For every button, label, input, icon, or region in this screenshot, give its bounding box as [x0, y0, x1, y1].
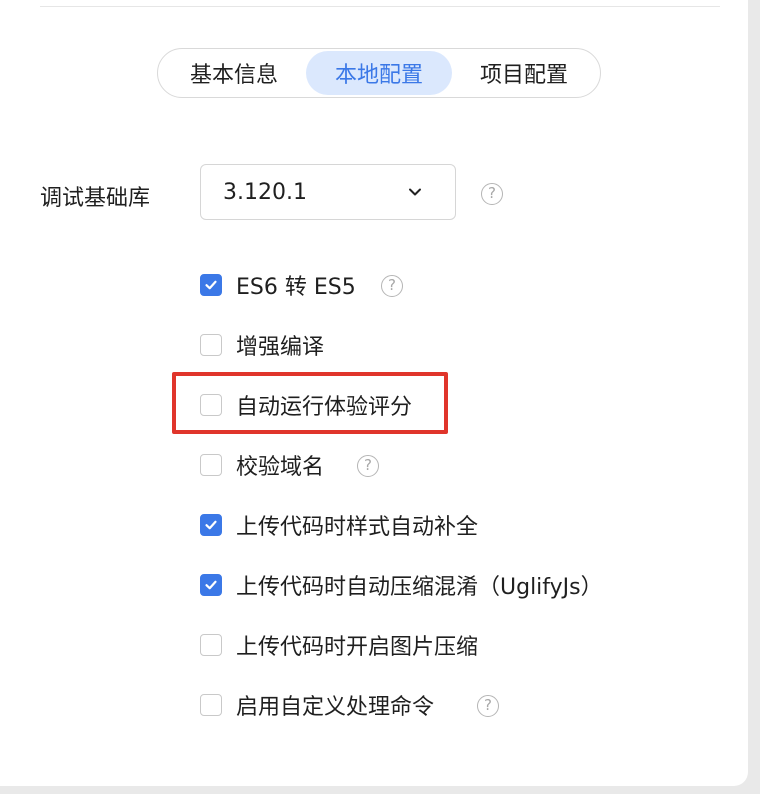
- debug-lib-select[interactable]: 3.120.1: [200, 164, 456, 220]
- option-label: ES6 转 ES5: [236, 275, 356, 300]
- help-icon[interactable]: ?: [477, 695, 499, 717]
- checkbox-unchecked[interactable]: [200, 334, 222, 356]
- checkbox-checked[interactable]: [200, 274, 222, 296]
- tab-project-config[interactable]: 项目配置: [452, 51, 596, 95]
- tab-local-config[interactable]: 本地配置: [306, 51, 452, 95]
- checkbox-checked[interactable]: [200, 574, 222, 596]
- debug-lib-label: 调试基础库: [40, 186, 151, 211]
- checkbox-unchecked[interactable]: [200, 454, 222, 476]
- option-image-compress[interactable]: 上传代码时开启图片压缩: [200, 630, 478, 660]
- option-label: 上传代码时开启图片压缩: [236, 635, 479, 660]
- option-uglify[interactable]: 上传代码时自动压缩混淆（UglifyJs）: [200, 570, 603, 600]
- checkbox-unchecked[interactable]: [200, 634, 222, 656]
- check-icon: [205, 280, 217, 290]
- highlight-box: [172, 372, 448, 434]
- option-custom-command[interactable]: 启用自定义处理命令: [200, 690, 434, 720]
- option-es6-to-es5[interactable]: ES6 转 ES5: [200, 270, 356, 300]
- tab-basic-info[interactable]: 基本信息: [162, 51, 306, 95]
- config-tabs: 基本信息 本地配置 项目配置: [157, 48, 601, 98]
- divider: [40, 6, 720, 7]
- option-verify-domain[interactable]: 校验域名: [200, 450, 324, 480]
- help-icon[interactable]: ?: [481, 183, 503, 205]
- option-label: 增强编译: [236, 335, 325, 360]
- help-icon[interactable]: ?: [381, 275, 403, 297]
- option-label: 校验域名: [236, 455, 325, 480]
- checkbox-checked[interactable]: [200, 514, 222, 536]
- chevron-down-icon: [409, 188, 421, 196]
- check-icon: [205, 520, 217, 530]
- local-config-panel: 基本信息 本地配置 项目配置 调试基础库 3.120.1 ? ES6 转 ES5…: [0, 0, 748, 786]
- help-icon[interactable]: ?: [357, 455, 379, 477]
- option-label: 上传代码时自动压缩混淆（UglifyJs）: [236, 575, 603, 600]
- check-icon: [205, 580, 217, 590]
- option-label: 启用自定义处理命令: [236, 695, 435, 720]
- option-enhanced-compile[interactable]: 增强编译: [200, 330, 324, 360]
- option-style-autocomplete[interactable]: 上传代码时样式自动补全: [200, 510, 478, 540]
- checkbox-unchecked[interactable]: [200, 694, 222, 716]
- debug-lib-value: 3.120.1: [223, 179, 307, 205]
- option-label: 上传代码时样式自动补全: [236, 515, 479, 540]
